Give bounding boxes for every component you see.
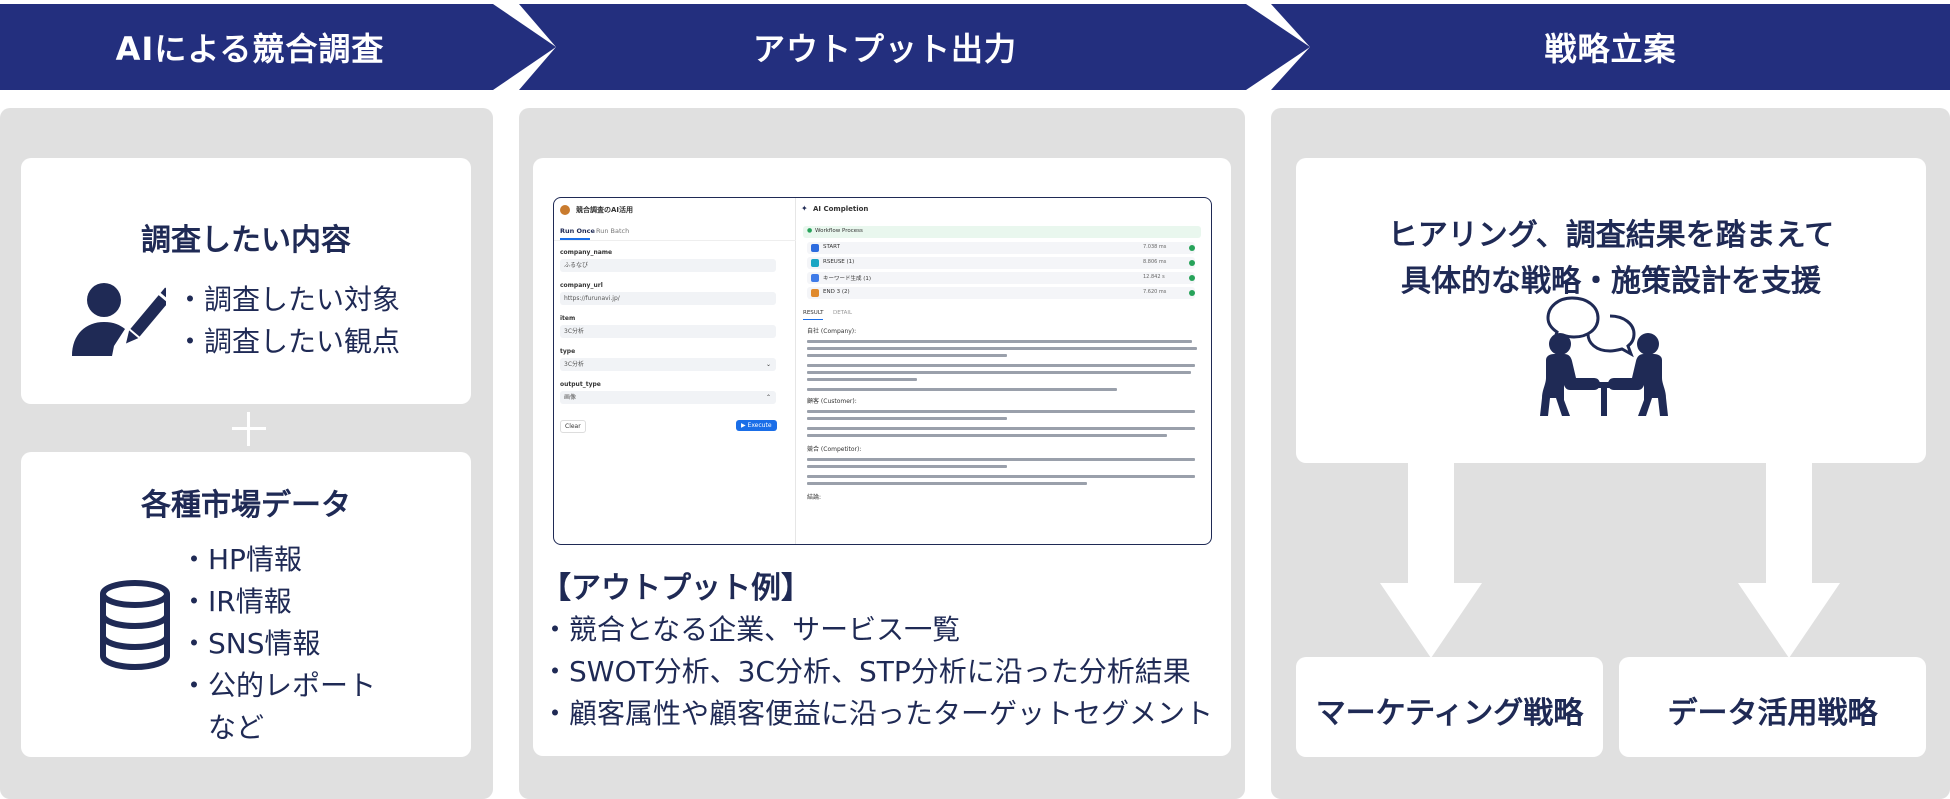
ai-completion-title: AI Completion bbox=[813, 205, 869, 213]
app-input-pane: 競合調査のAI活用 Run Once Run Batch company_nam… bbox=[554, 198, 796, 544]
tab-run-once[interactable]: Run Once bbox=[560, 227, 595, 235]
tab-result-underline bbox=[803, 319, 823, 320]
app-output-pane: ✦ AI Completion ● Workflow Process START… bbox=[797, 198, 1211, 544]
market-bullet-hp: ・HP情報 bbox=[180, 543, 302, 576]
workflow-row-time: 7.620 ms bbox=[1143, 289, 1167, 295]
workflow-row-time: 8.806 ms bbox=[1143, 259, 1167, 265]
execute-button[interactable]: ▶ Execute bbox=[736, 420, 777, 431]
output-example-title: 【アウトプット例】 bbox=[541, 571, 811, 606]
text-line bbox=[807, 465, 1007, 468]
node-icon bbox=[811, 244, 819, 252]
text-line bbox=[807, 475, 1195, 478]
select-output-type[interactable]: 画像 bbox=[560, 391, 776, 404]
workflow-row-name: キーワード生成 (1) bbox=[823, 276, 872, 282]
chevron-down-icon: ⌄ bbox=[766, 361, 772, 368]
workflow-row-time: 12.842 s bbox=[1143, 274, 1165, 280]
data-strategy-label: データ活用戦略 bbox=[1667, 696, 1878, 731]
text-line bbox=[807, 482, 1087, 485]
check-icon bbox=[1189, 290, 1195, 296]
text-line bbox=[807, 364, 1195, 367]
app-logo-icon bbox=[560, 205, 570, 215]
text-line bbox=[807, 388, 1117, 391]
section-conclusion: 結論: bbox=[807, 494, 822, 501]
research-bullet-viewpoint: ・調査したい観点 bbox=[176, 325, 401, 358]
person-writing-icon bbox=[72, 283, 166, 356]
text-line bbox=[807, 458, 1195, 461]
field-company-name[interactable]: ふるなび bbox=[560, 259, 776, 272]
text-line bbox=[807, 371, 1191, 374]
tab-divider bbox=[554, 240, 796, 241]
app-title: 競合調査のAI活用 bbox=[576, 206, 634, 214]
tab-result[interactable]: RESULT bbox=[803, 310, 823, 316]
field-company-url[interactable]: https://furunavi.jp/ bbox=[560, 292, 776, 305]
workflow-row-time: 7.038 ms bbox=[1143, 244, 1167, 250]
research-content-title: 調査したい内容 bbox=[141, 223, 351, 258]
field-label-company-url: company_url bbox=[560, 282, 603, 289]
field-label-type: type bbox=[560, 348, 576, 355]
strategy-line-1: ヒアリング、調査結果を踏まえて bbox=[1387, 218, 1835, 253]
text-line bbox=[807, 347, 1197, 350]
workflow-row bbox=[807, 242, 1195, 254]
arrow-down-icon bbox=[1380, 463, 1482, 658]
node-icon bbox=[811, 259, 819, 267]
sparkle-icon: ✦ bbox=[801, 204, 808, 213]
section-company: 自社 (Company): bbox=[807, 328, 857, 335]
text-line bbox=[807, 354, 1007, 357]
market-bullet-etc: など bbox=[208, 711, 265, 744]
header-strategy: 戦略立案 bbox=[1544, 30, 1677, 68]
chevron-up-icon: ⌃ bbox=[766, 394, 772, 401]
check-icon bbox=[1189, 260, 1195, 266]
select-type[interactable]: 3C分析 bbox=[560, 358, 776, 371]
arrow-down-icon bbox=[1738, 463, 1840, 658]
app-screenshot: 競合調査のAI活用 Run Once Run Batch company_nam… bbox=[553, 197, 1212, 545]
header-output: アウトプット出力 bbox=[752, 30, 1017, 68]
tab-detail[interactable]: DETAIL bbox=[833, 310, 852, 316]
research-bullet-target: ・調査したい対象 bbox=[176, 283, 401, 316]
workflow-row bbox=[807, 257, 1195, 269]
field-label-company-name: company_name bbox=[560, 249, 613, 256]
text-line bbox=[807, 417, 1007, 420]
plus-icon bbox=[232, 412, 266, 446]
node-icon bbox=[811, 274, 819, 282]
market-bullet-sns: ・SNS情報 bbox=[180, 627, 321, 660]
output-item-analysis: ・SWOT分析、3C分析、STP分析に沿った分析結果 bbox=[541, 655, 1191, 688]
tab-run-batch[interactable]: Run Batch bbox=[596, 227, 629, 235]
field-item[interactable]: 3C分析 bbox=[560, 325, 776, 338]
market-data-title: 各種市場データ bbox=[141, 488, 351, 523]
check-icon bbox=[1189, 275, 1195, 281]
output-item-competitors: ・競合となる企業、サービス一覧 bbox=[541, 613, 961, 646]
clear-button[interactable]: Clear bbox=[560, 420, 586, 433]
output-item-segment: ・顧客属性や顧客便益に沿ったターゲットセグメント bbox=[541, 697, 1214, 730]
header-ai-research: AIによる競合調査 bbox=[115, 30, 385, 68]
workflow-row-name: END 3 (2) bbox=[823, 289, 850, 295]
section-competitor: 競合 (Competitor): bbox=[807, 446, 862, 453]
node-icon bbox=[811, 289, 819, 297]
text-line bbox=[807, 410, 1195, 413]
section-customer: 顧客 (Customer): bbox=[807, 398, 857, 405]
text-line bbox=[807, 378, 917, 381]
market-bullet-ir: ・IR情報 bbox=[180, 585, 292, 618]
text-line bbox=[807, 340, 1192, 343]
workflow-row-name: START bbox=[823, 244, 840, 250]
workflow-row-name: RSEUSE (1) bbox=[823, 259, 855, 265]
meeting-icon bbox=[1540, 296, 1668, 416]
workflow-process-label: Workflow Process bbox=[815, 228, 863, 234]
check-icon bbox=[1189, 245, 1195, 251]
check-circle-icon: ● bbox=[807, 227, 813, 234]
text-line bbox=[807, 427, 1195, 430]
field-label-item: item bbox=[560, 315, 576, 322]
workflow-row bbox=[807, 287, 1195, 299]
marketing-strategy-label: マーケティング戦略 bbox=[1315, 696, 1584, 731]
text-line bbox=[807, 434, 1167, 437]
market-bullet-report: ・公的レポート bbox=[180, 669, 377, 702]
database-icon bbox=[100, 580, 170, 670]
field-label-output-type: output_type bbox=[560, 381, 601, 388]
